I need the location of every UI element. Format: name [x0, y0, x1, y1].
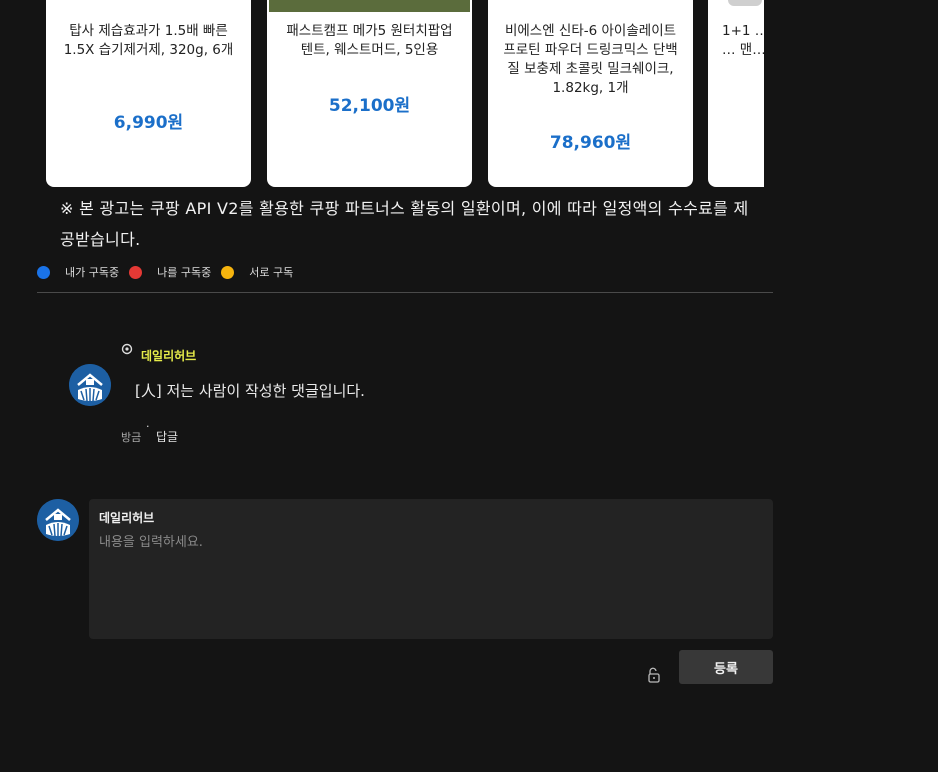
product-card[interactable]: 1+1 … 일리 … 맨… [708, 0, 764, 187]
comment-compose-box: 데일리허브 [89, 499, 773, 639]
legend-label: 나를 구독중 [157, 266, 212, 279]
product-price: 78,960원 [549, 133, 632, 153]
product-thumbnail [269, 0, 470, 12]
comment-author[interactable]: 데일리허브 [141, 347, 196, 364]
lock-open-icon[interactable] [647, 667, 661, 683]
comment-time: 방금 [121, 431, 142, 444]
legend-label: 내가 구독중 [65, 266, 120, 279]
pin-icon [121, 343, 133, 355]
avatar-house-icon [37, 499, 79, 541]
product-price: 52,100원 [328, 96, 411, 116]
avatar [37, 499, 79, 541]
product-card[interactable]: 패스트캠프 메가5 원터치팝업텐트, 웨스트머드, 5인용 52,100원 [267, 0, 472, 187]
comment-input[interactable] [97, 529, 765, 633]
product-price: 6,990원 [113, 113, 184, 133]
product-name: 1+1 … 일리 … 맨… [722, 23, 764, 58]
avatar-house-icon [69, 364, 111, 406]
ad-disclaimer: ※ 본 광고는 쿠팡 API V2를 활용한 쿠팡 파트너스 활동의 일환이며,… [60, 199, 749, 249]
product-thumbnail [488, 0, 693, 12]
reply-button[interactable]: 답글 [156, 428, 178, 445]
legend-dot-mutual [221, 265, 235, 279]
product-card[interactable]: 탑사 제습효과가 1.5배 빠른 1.5X 습기제거제, 320g, 6개 6,… [46, 0, 251, 187]
compose-author: 데일리허브 [99, 511, 155, 525]
legend-dot-subscribing [37, 265, 50, 279]
carousel-next-button[interactable] [728, 0, 762, 6]
product-name: 탑사 제습효과가 1.5배 빠른 1.5X 습기제거제, 320g, 6개 [63, 23, 234, 58]
product-name: 비에스엔 신타-6 아이솔레이트 프로틴 파우더 드링크믹스 단백질 보충제 초… [503, 23, 678, 96]
meta-separator: · [146, 420, 150, 433]
product-carousel: 탑사 제습효과가 1.5배 빠른 1.5X 습기제거제, 320g, 6개 6,… [46, 0, 764, 187]
submit-button[interactable]: 등록 [679, 650, 773, 684]
comment-text: [人] 저는 사람이 작성한 댓글입니다. [135, 382, 365, 400]
subscription-legend: 내가 구독중 나를 구독중 서로 구독 [37, 264, 303, 280]
product-name: 패스트캠프 메가5 원터치팝업텐트, 웨스트머드, 5인용 [286, 23, 453, 58]
section-divider [37, 292, 773, 293]
legend-label: 서로 구독 [249, 266, 294, 279]
avatar[interactable] [69, 364, 111, 406]
product-card[interactable]: 비에스엔 신타-6 아이솔레이트 프로틴 파우더 드링크믹스 단백질 보충제 초… [488, 0, 693, 187]
legend-dot-subscriber [129, 265, 143, 279]
product-thumbnail [46, 0, 251, 12]
